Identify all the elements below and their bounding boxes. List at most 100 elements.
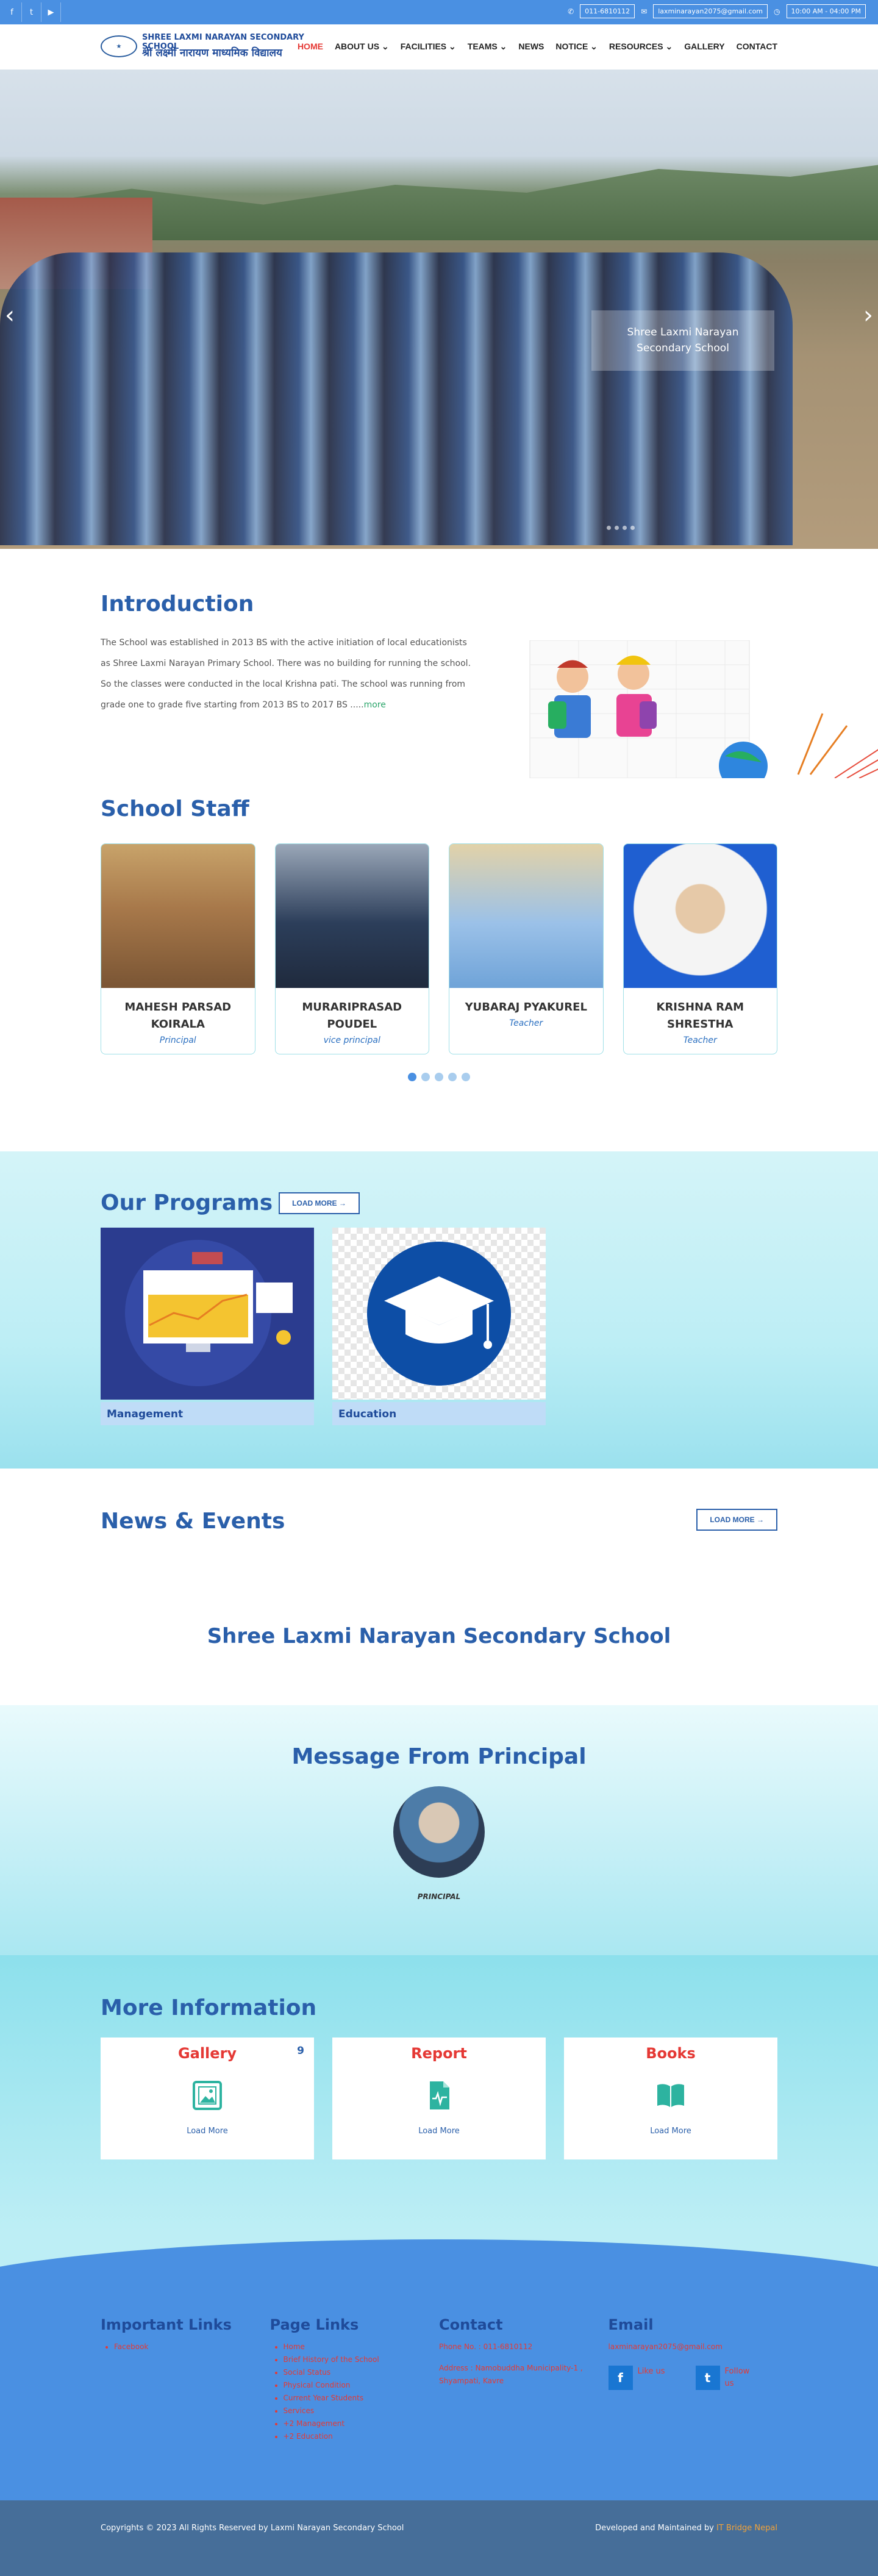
staff-card[interactable]: KRISHNA RAM SHRESTHA Teacher <box>623 843 777 1054</box>
clock-icon: ◷ <box>774 7 780 16</box>
gallery-card[interactable]: Gallery 9 Load More <box>101 2038 314 2159</box>
nav-notice-label: NOTICE <box>555 41 588 51</box>
email-address[interactable]: laxminarayan2075@gmail.com <box>653 4 768 18</box>
nav-about-us-label: ABOUT US <box>334 41 380 51</box>
developer-link[interactable]: IT Bridge Nepal <box>716 2524 777 2533</box>
staff-name: MAHESH PARSAD KOIRALA <box>124 1001 232 1031</box>
developer-credit: Developed and Maintained by IT Bridge Ne… <box>595 2524 777 2533</box>
introduction-section: Introduction The School was established … <box>0 549 878 778</box>
slider-next-arrow-icon[interactable]: › <box>863 301 873 329</box>
footer-link-facebook[interactable]: Facebook <box>114 2341 270 2353</box>
image-icon <box>193 2081 222 2110</box>
introduction-text: The School was established in 2013 BS wi… <box>101 632 479 715</box>
arrow-right-icon: → <box>757 1515 764 1524</box>
like-us-label: Like us <box>637 2367 665 2376</box>
card-title: Books <box>646 2045 696 2062</box>
social-links: f t ▶ <box>2 2 61 22</box>
office-hours: 10:00 AM - 04:00 PM <box>786 4 866 18</box>
slider-prev-arrow-icon[interactable]: ‹ <box>5 301 15 329</box>
load-more-label: LOAD MORE <box>292 1198 337 1208</box>
program-card[interactable]: Management <box>101 1228 314 1425</box>
footer-wave <box>0 2231 878 2292</box>
facebook-icon[interactable]: f <box>2 2 22 22</box>
nav-about-us[interactable]: ABOUT US ⌄ <box>335 41 389 52</box>
hero-slider: ‹ › Shree Laxmi Narayan Secondary School <box>0 70 878 549</box>
emblem-icon: ★ <box>101 35 137 57</box>
nav-notice[interactable]: NOTICE ⌄ <box>555 41 598 52</box>
introduction-title: Introduction <box>101 592 254 617</box>
programs-title: Our Programs <box>101 1190 273 1215</box>
footer-page-link[interactable]: Current Year Students <box>284 2392 440 2405</box>
top-bar: f t ▶ ✆ 011-6810112 ✉ laxminarayan2075@g… <box>0 0 878 24</box>
maintained-label: Developed and Maintained by <box>595 2524 714 2533</box>
footer-phone: Phone No. : 011-6810112 <box>439 2342 533 2351</box>
slider-dots <box>607 526 635 530</box>
staff-card[interactable]: MAHESH PARSAD KOIRALA Principal <box>101 843 255 1054</box>
footer-contact: Contact Phone No. : 011-6810112 Address … <box>439 2316 609 2443</box>
slider-dot[interactable] <box>607 526 611 530</box>
graduation-cap-icon <box>332 1228 546 1400</box>
footer-page-link[interactable]: +2 Management <box>284 2417 440 2430</box>
principal-title: Message From Principal <box>291 1744 587 1769</box>
phone-number[interactable]: 011-6810112 <box>580 4 635 18</box>
introduction-body: The School was established in 2013 BS wi… <box>101 638 471 710</box>
footer-page-link[interactable]: Home <box>284 2341 440 2353</box>
facebook-like-button[interactable]: f Like us <box>608 2366 671 2390</box>
youtube-icon[interactable]: ▶ <box>41 2 61 22</box>
slider-dot[interactable] <box>615 526 619 530</box>
news-section: News & Events LOAD MORE → Shree Laxmi Na… <box>0 1469 878 1705</box>
nav-contact[interactable]: CONTACT <box>737 41 777 52</box>
main-nav: ★ SHREE LAXMI NARAYAN SECONDARY SCHOOL श… <box>0 24 878 70</box>
report-card[interactable]: Report Load More <box>332 2038 546 2159</box>
hero-students-photo <box>0 252 793 545</box>
twitter-icon[interactable]: t <box>22 2 41 22</box>
slider-dot[interactable] <box>630 526 635 530</box>
program-card[interactable]: Education <box>332 1228 546 1425</box>
nav-resources[interactable]: RESOURCES ⌄ <box>609 41 673 52</box>
footer-page-link[interactable]: Services <box>284 2405 440 2417</box>
news-load-more-button[interactable]: LOAD MORE → <box>696 1509 777 1531</box>
nav-news[interactable]: NEWS <box>518 41 544 52</box>
principal-avatar <box>393 1786 485 1878</box>
load-more-link[interactable]: Load More <box>101 2127 314 2136</box>
nav-gallery[interactable]: GALLERY <box>684 41 724 52</box>
load-more-link[interactable]: Load More <box>332 2127 546 2136</box>
carousel-dot[interactable] <box>462 1073 470 1081</box>
chevron-down-icon: ⌄ <box>590 41 598 51</box>
kids-illustration <box>529 640 878 778</box>
logo-nepali-name: श्री लक्ष्मी नारायण माध्यमिक विद्यालय <box>142 47 282 59</box>
twitter-follow-button[interactable]: t Follow us <box>695 2366 758 2390</box>
principal-role: PRINCIPAL <box>417 1892 461 1901</box>
footer-address: Address : Namobuddha Municipality-1 , Sh… <box>439 2364 583 2385</box>
load-more-link[interactable]: Load More <box>564 2127 777 2136</box>
nav-facilities[interactable]: FACILITIES ⌄ <box>401 41 456 52</box>
footer-page-link[interactable]: Social Status <box>284 2366 440 2379</box>
chevron-down-icon: ⌄ <box>381 41 389 51</box>
carousel-dot[interactable] <box>421 1073 430 1081</box>
footer-page-link[interactable]: Physical Condition <box>284 2379 440 2392</box>
read-more-link[interactable]: more <box>364 700 386 710</box>
books-card[interactable]: Books Load More <box>564 2038 777 2159</box>
footer-email-address[interactable]: laxminarayan2075@gmail.com <box>609 2341 778 2353</box>
staff-name: YUBARAJ PYAKUREL <box>465 1001 587 1014</box>
programs-load-more-button[interactable]: LOAD MORE → <box>279 1192 360 1214</box>
staff-role: vice principal <box>323 1036 380 1045</box>
more-information-title: More Information <box>101 1995 317 2020</box>
staff-card[interactable]: MURARIPRASAD POUDEL vice principal <box>274 843 429 1054</box>
staff-card[interactable]: YUBARAJ PYAKUREL Teacher <box>449 843 604 1054</box>
carousel-dot[interactable] <box>408 1073 416 1081</box>
footer-page-link[interactable]: +2 Education <box>284 2430 440 2443</box>
program-label: Education <box>332 1402 546 1425</box>
footer-page-links: Page Links Home Brief History of the Sch… <box>270 2316 440 2443</box>
footer-page-link[interactable]: Brief History of the School <box>284 2353 440 2366</box>
staff-photo <box>275 844 429 988</box>
nav-teams[interactable]: TEAMS ⌄ <box>468 41 507 52</box>
school-logo[interactable]: ★ SHREE LAXMI NARAYAN SECONDARY SCHOOL श… <box>101 32 314 62</box>
slider-dot[interactable] <box>623 526 627 530</box>
staff-carousel: MAHESH PARSAD KOIRALA Principal MURARIPR… <box>101 843 777 1054</box>
carousel-dot[interactable] <box>435 1073 443 1081</box>
footer-col-title: Important Links <box>101 2316 232 2333</box>
staff-photo <box>449 844 603 988</box>
carousel-dot[interactable] <box>448 1073 457 1081</box>
nav-home[interactable]: HOME <box>298 41 323 52</box>
